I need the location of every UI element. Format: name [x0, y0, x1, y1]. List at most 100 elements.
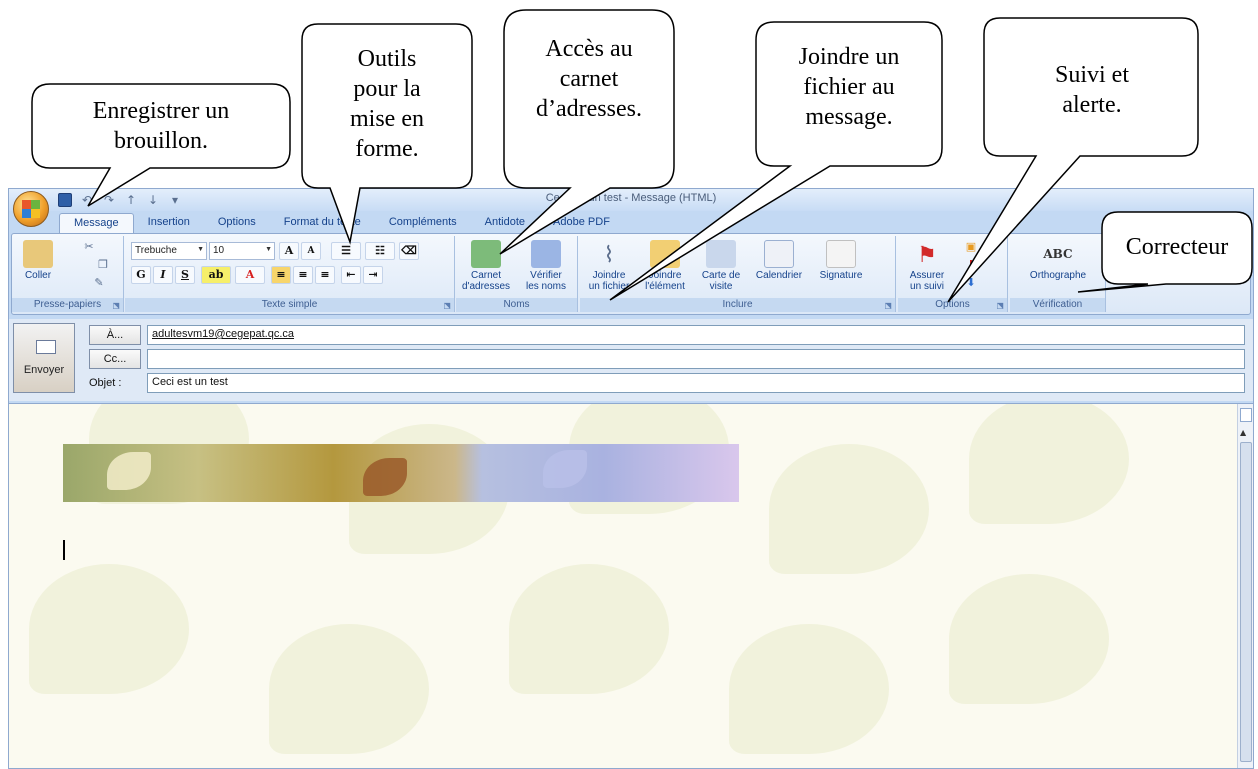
business-card-icon: [706, 240, 736, 268]
copy-icon[interactable]: ❐: [96, 258, 110, 272]
address-book-button[interactable]: Carnet d'adresses: [458, 240, 514, 292]
callout-format-line-4: forme.: [355, 136, 419, 162]
office-button[interactable]: [13, 191, 49, 227]
spelling-button[interactable]: ABC Orthographe: [1016, 240, 1100, 282]
business-card-button[interactable]: Carte de visite: [694, 240, 748, 292]
paste-button[interactable]: Coller: [18, 240, 58, 281]
group-options: ⚑ Assurer un suivi ▣ ! ⬇ Options ⬔: [898, 236, 1008, 312]
help-icon[interactable]: ?: [1234, 216, 1247, 229]
send-label: Envoyer: [23, 364, 65, 376]
grow-font-icon[interactable]: A: [279, 242, 299, 260]
office-logo-icon: [22, 200, 40, 218]
callout-followup: Suivi et alerte.: [1000, 60, 1184, 120]
customize-qat-icon[interactable]: ▾: [167, 192, 183, 208]
callout-attach-line-2: fichier au: [803, 74, 895, 100]
font-size-combo[interactable]: 10 ▼: [209, 242, 275, 260]
font-color-icon[interactable]: A: [235, 266, 265, 284]
group-label-include: Inclure: [580, 298, 895, 312]
stationery-banner-image: [63, 444, 739, 502]
attach-file-label-2: un fichier: [588, 281, 630, 292]
highlight-icon[interactable]: ab: [201, 266, 231, 284]
tab-format-text[interactable]: Format du texte: [270, 213, 375, 233]
calendar-button[interactable]: Calendrier: [750, 240, 808, 281]
subject-field[interactable]: Ceci est un test: [147, 373, 1245, 393]
vertical-scrollbar[interactable]: ▲: [1237, 404, 1253, 768]
message-body[interactable]: ▲: [9, 403, 1253, 768]
follow-up-button[interactable]: ⚑ Assurer un suivi: [900, 240, 954, 292]
align-left-icon[interactable]: ≡: [271, 266, 291, 284]
categorize-icon[interactable]: ▣: [964, 240, 978, 254]
high-importance-icon[interactable]: !: [964, 258, 978, 272]
callout-format-line-1: Outils: [357, 46, 417, 72]
group-label-proofing: Vérification: [1010, 298, 1105, 312]
font-name-combo[interactable]: Trebuche ▼: [131, 242, 207, 260]
check-names-button[interactable]: Vérifier les noms: [518, 240, 574, 292]
save-icon: [58, 193, 72, 207]
abc-check-icon: ABC: [1043, 246, 1073, 261]
business-card-label-1: Carte de: [701, 270, 741, 281]
tab-insertion[interactable]: Insertion: [134, 213, 204, 233]
undo-icon[interactable]: ↶: [79, 192, 95, 208]
tab-message[interactable]: Message: [59, 213, 134, 233]
bold-icon[interactable]: G: [131, 266, 151, 284]
numbering-icon[interactable]: ☷: [365, 242, 395, 260]
ribbon-tabs: Message Insertion Options Format du text…: [59, 213, 624, 233]
background-leaf: [269, 624, 429, 754]
cc-button[interactable]: Cc...: [89, 349, 141, 369]
down-arrow-icon[interactable]: ↓: [145, 192, 161, 208]
clear-format-icon[interactable]: ⌫: [399, 242, 419, 260]
bullets-icon[interactable]: ☰: [331, 242, 361, 260]
window-title: Ceci est un test - Message (HTML): [545, 192, 717, 204]
tab-options[interactable]: Options: [204, 213, 270, 233]
up-arrow-icon[interactable]: ↑: [123, 192, 139, 208]
increase-indent-icon[interactable]: ⇥: [363, 266, 383, 284]
italic-icon[interactable]: I: [153, 266, 173, 284]
business-card-label-2: visite: [709, 281, 733, 292]
split-icon[interactable]: [1240, 408, 1252, 422]
calendar-icon: [764, 240, 794, 268]
callout-address-line-2: carnet: [559, 66, 619, 92]
align-right-icon[interactable]: ≡: [315, 266, 335, 284]
attach-item-label-2: l'élément: [645, 281, 685, 292]
shrink-font-icon[interactable]: A: [301, 242, 321, 260]
scissors-icon[interactable]: ✂: [82, 240, 96, 254]
group-include: ⌇ Joindre un fichier Joindre l'élément C…: [580, 236, 896, 312]
to-field[interactable]: adultesvm19@cegepat.qc.ca: [147, 325, 1245, 345]
callout-format: Outils pour la mise en forme.: [310, 44, 464, 164]
background-leaf: [729, 624, 889, 754]
to-recipient[interactable]: adultesvm19@cegepat.qc.ca: [152, 328, 294, 340]
send-button[interactable]: Envoyer: [13, 323, 75, 393]
decrease-indent-icon[interactable]: ⇤: [341, 266, 361, 284]
format-painter-icon[interactable]: ✎: [92, 276, 106, 290]
scroll-up-icon[interactable]: ▲: [1240, 428, 1246, 437]
tab-antidote[interactable]: Antidote: [471, 213, 539, 233]
banner-leaf: [363, 458, 407, 496]
align-center-icon[interactable]: ≡: [293, 266, 313, 284]
to-button[interactable]: À...: [89, 325, 141, 345]
paperclip-icon: ⌇: [603, 241, 615, 267]
follow-up-label-2: un suivi: [910, 281, 944, 292]
title-bar: Ceci est un test - Message (HTML): [9, 189, 1253, 211]
attach-file-button[interactable]: ⌇ Joindre un fichier: [582, 240, 636, 292]
cc-field[interactable]: [147, 349, 1245, 369]
tab-complements[interactable]: Compléments: [375, 213, 471, 233]
underline-icon[interactable]: S: [175, 266, 195, 284]
scroll-thumb[interactable]: [1240, 442, 1252, 762]
dialog-launcher-icon[interactable]: ⬔: [996, 301, 1004, 310]
group-label-basic-text: Texte simple: [125, 298, 454, 312]
low-importance-icon[interactable]: ⬇: [964, 276, 978, 290]
callout-draft: Enregistrer un brouillon.: [92, 98, 230, 154]
group-label-clipboard: Presse-papiers: [12, 298, 123, 312]
signature-button[interactable]: Signature: [810, 240, 872, 281]
dialog-launcher-icon[interactable]: ⬔: [443, 301, 451, 310]
address-book-label-1: Carnet: [470, 270, 501, 281]
paste-label: Coller: [24, 270, 52, 281]
qat-save-wrapper[interactable]: [57, 192, 73, 208]
attach-item-button[interactable]: Joindre l'élément: [638, 240, 692, 292]
redo-icon[interactable]: ↷: [101, 192, 117, 208]
tab-adobe-pdf[interactable]: Adobe PDF: [539, 213, 624, 233]
dialog-launcher-icon[interactable]: ⬔: [884, 301, 892, 310]
red-flag-icon: ⚑: [917, 241, 937, 267]
font-size-value: 10: [213, 245, 225, 256]
dialog-launcher-icon[interactable]: ⬔: [112, 301, 120, 310]
